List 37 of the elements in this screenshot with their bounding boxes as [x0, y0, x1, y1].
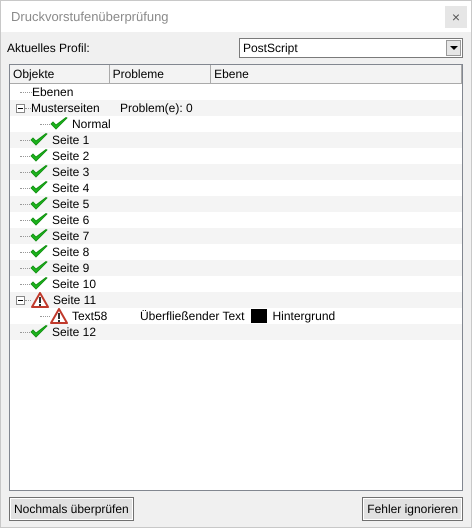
profile-label: Aktuelles Profil:	[7, 41, 90, 55]
tree-item[interactable]: Seite 2	[52, 149, 90, 163]
window-title: Druckvorstufenüberprüfung	[11, 9, 169, 24]
tree-item[interactable]: Seite 12	[52, 325, 96, 339]
checkmark-icon	[30, 165, 48, 179]
action-button[interactable]: Fehler ignorieren	[362, 497, 463, 521]
checkmark-icon	[30, 197, 48, 211]
column-header[interactable]: Ebene	[211, 65, 462, 83]
tree-item[interactable]: Normal	[72, 117, 111, 131]
tree-item[interactable]: Seite 10	[52, 277, 96, 291]
tree-item[interactable]: Seite 5	[52, 197, 90, 211]
tree-item[interactable]: Seite 8	[52, 245, 90, 259]
action-button[interactable]: Nochmals überprüfen	[9, 497, 134, 521]
problem-text: Problem(e): 0	[120, 101, 193, 115]
dropdown-arrow-icon	[450, 46, 458, 50]
tree-item[interactable]: Seite 1	[52, 133, 90, 147]
tree-item[interactable]: Ebenen	[32, 85, 74, 99]
checkmark-icon	[30, 261, 48, 275]
tree-item[interactable]: Seite 4	[52, 181, 90, 195]
column-header[interactable]: Objekte	[10, 65, 110, 83]
checkmark-icon	[30, 229, 48, 243]
tree-item[interactable]: Text58	[72, 309, 108, 323]
tree-item[interactable]: Seite 3	[52, 165, 90, 179]
tree-item[interactable]: Seite 7	[52, 229, 90, 243]
checkmark-icon	[30, 133, 48, 147]
problem-text: Überfließender Text	[140, 309, 244, 323]
collapse-toggle[interactable]	[16, 104, 25, 112]
collapse-toggle[interactable]	[16, 296, 25, 304]
tree-item[interactable]: Seite 6	[52, 213, 90, 227]
checkmark-icon	[30, 325, 48, 339]
tree-item[interactable]: Musterseiten	[31, 101, 100, 115]
profile-dropdown[interactable]: PostScript	[239, 38, 463, 58]
column-header[interactable]: Probleme	[110, 65, 212, 83]
close-button[interactable]: ×	[445, 6, 467, 28]
layer-name: Hintergrund	[272, 309, 336, 323]
tree-item[interactable]: Seite 9	[52, 261, 90, 275]
tree-item[interactable]: Seite 11	[53, 293, 96, 307]
